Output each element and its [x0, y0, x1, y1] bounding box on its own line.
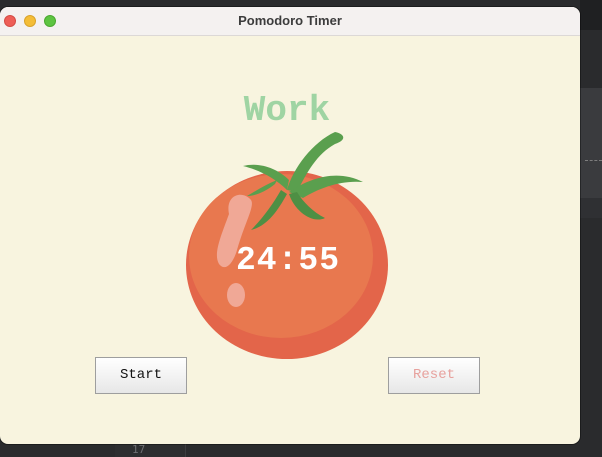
timer-display: 24:55: [235, 242, 341, 279]
window-title: Pomodoro Timer: [238, 13, 342, 28]
timer-panel: Work 24:55 Start Reset: [0, 36, 580, 444]
start-button[interactable]: Start: [95, 357, 187, 394]
editor-dashed-rule: [585, 160, 602, 161]
title-bar[interactable]: Pomodoro Timer: [0, 7, 580, 36]
editor-line-number: 17: [132, 443, 146, 456]
editor-panel-band: [580, 198, 602, 218]
editor-highlight-band: [580, 88, 602, 198]
pomodoro-window: Pomodoro Timer Work 24:55 Start Reset: [0, 7, 580, 444]
editor-panel-edge: [580, 0, 602, 30]
mode-label: Work: [243, 90, 331, 131]
reset-button[interactable]: Reset: [388, 357, 480, 394]
